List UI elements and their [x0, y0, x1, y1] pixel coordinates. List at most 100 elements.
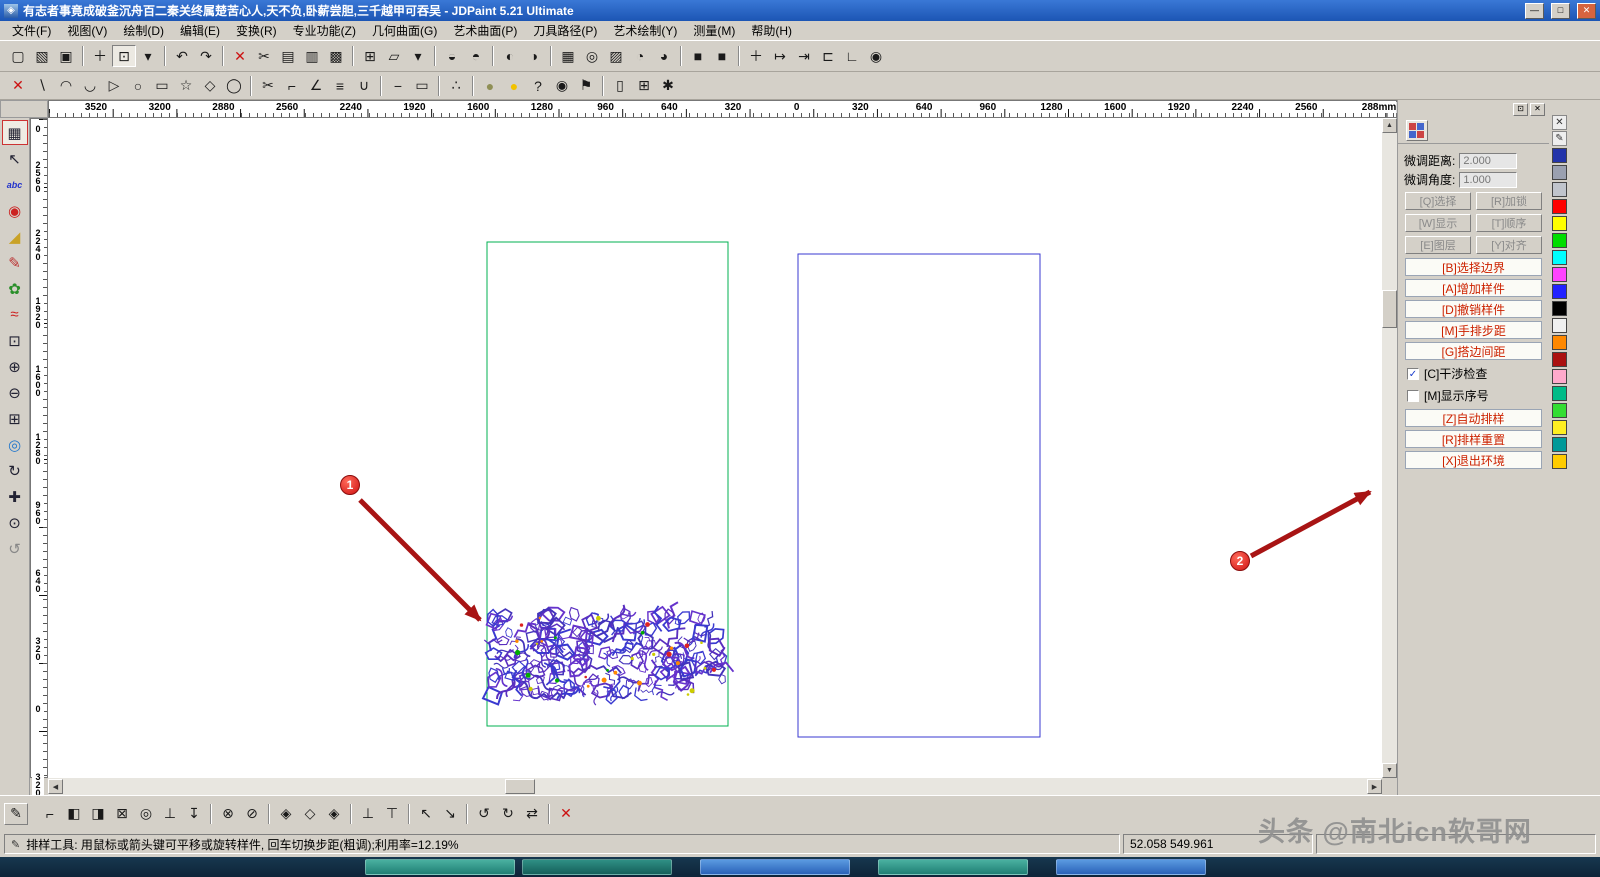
- scroll-left-icon[interactable]: ◀: [48, 779, 63, 794]
- show-index-row[interactable]: [M]显示序号: [1407, 387, 1540, 404]
- preview-icon[interactable]: ◉: [864, 45, 888, 67]
- palette-color-swatch[interactable]: [1552, 284, 1567, 299]
- array-icon[interactable]: ⊞: [358, 45, 382, 67]
- palette-color-swatch[interactable]: [1552, 437, 1567, 452]
- palette-color-swatch[interactable]: [1552, 182, 1567, 197]
- palette-color-swatch[interactable]: [1552, 420, 1567, 435]
- mirror-icon[interactable]: ⊠: [110, 803, 134, 825]
- scroll-down-icon[interactable]: ▼: [1382, 763, 1397, 778]
- star-tool-icon[interactable]: ☆: [174, 75, 198, 97]
- close-button[interactable]: ✕: [1577, 3, 1596, 19]
- add-part-button[interactable]: [A]增加样件: [1405, 279, 1542, 297]
- pair-1-icon[interactable]: ⊗: [216, 803, 240, 825]
- offset-icon[interactable]: ≡: [328, 75, 352, 97]
- panel-restore-icon[interactable]: ⊡: [1513, 103, 1528, 116]
- dark-view-2-icon[interactable]: ■: [710, 45, 734, 67]
- y-align-button[interactable]: [Y]对齐: [1476, 236, 1542, 254]
- palette-color-swatch[interactable]: [1552, 233, 1567, 248]
- light-on-icon[interactable]: ●: [502, 75, 526, 97]
- scroll-up-icon[interactable]: ▲: [1382, 118, 1397, 133]
- delete-part-icon[interactable]: ✕: [554, 803, 578, 825]
- menu-item-1[interactable]: 视图(V): [59, 20, 115, 41]
- transform-dropdown-icon[interactable]: ▾: [406, 45, 430, 67]
- copy-icon[interactable]: ▤: [276, 45, 300, 67]
- layers-icon[interactable]: ⊞: [632, 75, 656, 97]
- zoom-out-icon[interactable]: ⊖: [2, 380, 28, 405]
- select-boundary-button[interactable]: [B]选择边界: [1405, 258, 1542, 276]
- w-show-button[interactable]: [W]显示: [1405, 214, 1471, 232]
- arc-tool-icon[interactable]: ◠: [54, 75, 78, 97]
- undo-icon[interactable]: ↶: [170, 45, 194, 67]
- palette-color-swatch[interactable]: [1552, 199, 1567, 214]
- vertical-scroll-thumb[interactable]: [1382, 290, 1397, 328]
- drop-icon[interactable]: ↧: [182, 803, 206, 825]
- line-tool-icon[interactable]: ∖: [30, 75, 54, 97]
- palette-color-swatch[interactable]: [1552, 454, 1567, 469]
- menu-item-7[interactable]: 艺术曲面(P): [445, 20, 525, 41]
- swap-icon[interactable]: ⇄: [520, 803, 544, 825]
- flip-v-icon[interactable]: ◨: [86, 803, 110, 825]
- trim-icon[interactable]: ✂: [256, 75, 280, 97]
- delete-icon[interactable]: ✕: [228, 45, 252, 67]
- menu-item-0[interactable]: 文件(F): [4, 20, 59, 41]
- menu-item-9[interactable]: 艺术绘制(Y): [605, 20, 685, 41]
- palette-color-swatch[interactable]: [1552, 216, 1567, 231]
- menu-item-8[interactable]: 刀具路径(P): [525, 20, 605, 41]
- fillet-icon[interactable]: ⌐: [280, 75, 304, 97]
- surface-mode-2-icon[interactable]: ◓: [464, 45, 488, 67]
- taskbar-window-button[interactable]: [700, 859, 850, 875]
- rect-tool-icon[interactable]: ▭: [150, 75, 174, 97]
- pen-tool-icon[interactable]: ✎: [2, 250, 28, 275]
- arc3-tool-icon[interactable]: ◡: [78, 75, 102, 97]
- curvature-icon[interactable]: ◔: [628, 45, 652, 67]
- node-icon[interactable]: ∴: [444, 75, 468, 97]
- pencil-tool-icon[interactable]: ✎: [4, 803, 28, 825]
- surface-mode-1-icon[interactable]: ◒: [440, 45, 464, 67]
- shade-icon[interactable]: ◕: [652, 45, 676, 67]
- align-bottom-icon[interactable]: ⊥: [356, 803, 380, 825]
- chamfer-icon[interactable]: ∠: [304, 75, 328, 97]
- menu-item-11[interactable]: 帮助(H): [743, 20, 800, 41]
- palette-color-swatch[interactable]: [1552, 335, 1567, 350]
- scroll-right-icon[interactable]: ▶: [1367, 779, 1382, 794]
- zoom-window-icon[interactable]: ⊞: [2, 406, 28, 431]
- panel-close-icon[interactable]: ✕: [1530, 103, 1545, 116]
- step-tool-icon[interactable]: ⇥: [792, 45, 816, 67]
- brush-tool-icon[interactable]: ≈: [2, 302, 28, 327]
- arrow-se-icon[interactable]: ↘: [438, 803, 462, 825]
- eye-icon[interactable]: ◉: [550, 75, 574, 97]
- palette-color-swatch[interactable]: [1552, 301, 1567, 316]
- palette-color-swatch[interactable]: [1552, 386, 1567, 401]
- zoom-tool-icon[interactable]: ⊙: [2, 510, 28, 535]
- leaf-tool-icon[interactable]: ✿: [2, 276, 28, 301]
- align-top-icon[interactable]: ⊤: [380, 803, 404, 825]
- e-layer-button[interactable]: [E]图层: [1405, 236, 1471, 254]
- anchor-icon[interactable]: ⊥: [158, 803, 182, 825]
- r-lock-button[interactable]: [R]加锁: [1476, 192, 1542, 210]
- zoom-in-icon[interactable]: ⊕: [2, 354, 28, 379]
- exit-environment-button[interactable]: [X]退出环境: [1405, 451, 1542, 469]
- join-icon[interactable]: ∪: [352, 75, 376, 97]
- world-view-icon[interactable]: ◎: [2, 432, 28, 457]
- rotate-center-icon[interactable]: ◎: [134, 803, 158, 825]
- redo-icon[interactable]: ↷: [194, 45, 218, 67]
- light-off-icon[interactable]: ●: [478, 75, 502, 97]
- manual-step-button[interactable]: [M]手排步距: [1405, 321, 1542, 339]
- settings-icon[interactable]: ✱: [656, 75, 680, 97]
- menu-item-10[interactable]: 测量(M): [685, 20, 743, 41]
- horizontal-scroll-thumb[interactable]: [505, 779, 535, 794]
- mesh-icon[interactable]: ▦: [556, 45, 580, 67]
- palette-color-swatch[interactable]: [1552, 318, 1567, 333]
- diamond-right-icon[interactable]: ◈: [322, 803, 346, 825]
- smooth-icon[interactable]: ◎: [580, 45, 604, 67]
- menu-item-4[interactable]: 变换(R): [228, 20, 285, 41]
- paste-icon[interactable]: ▥: [300, 45, 324, 67]
- taskbar-window-button[interactable]: [365, 859, 515, 875]
- taskbar-window-button[interactable]: [522, 859, 672, 875]
- taskbar-window-button[interactable]: [1056, 859, 1206, 875]
- zoom-box-icon[interactable]: ⊡: [2, 328, 28, 353]
- palette-pencil-icon[interactable]: ✎: [1552, 131, 1567, 146]
- pan-icon[interactable]: ✚: [2, 484, 28, 509]
- dark-view-1-icon[interactable]: ■: [686, 45, 710, 67]
- close-sketch-icon[interactable]: ✕: [6, 75, 30, 97]
